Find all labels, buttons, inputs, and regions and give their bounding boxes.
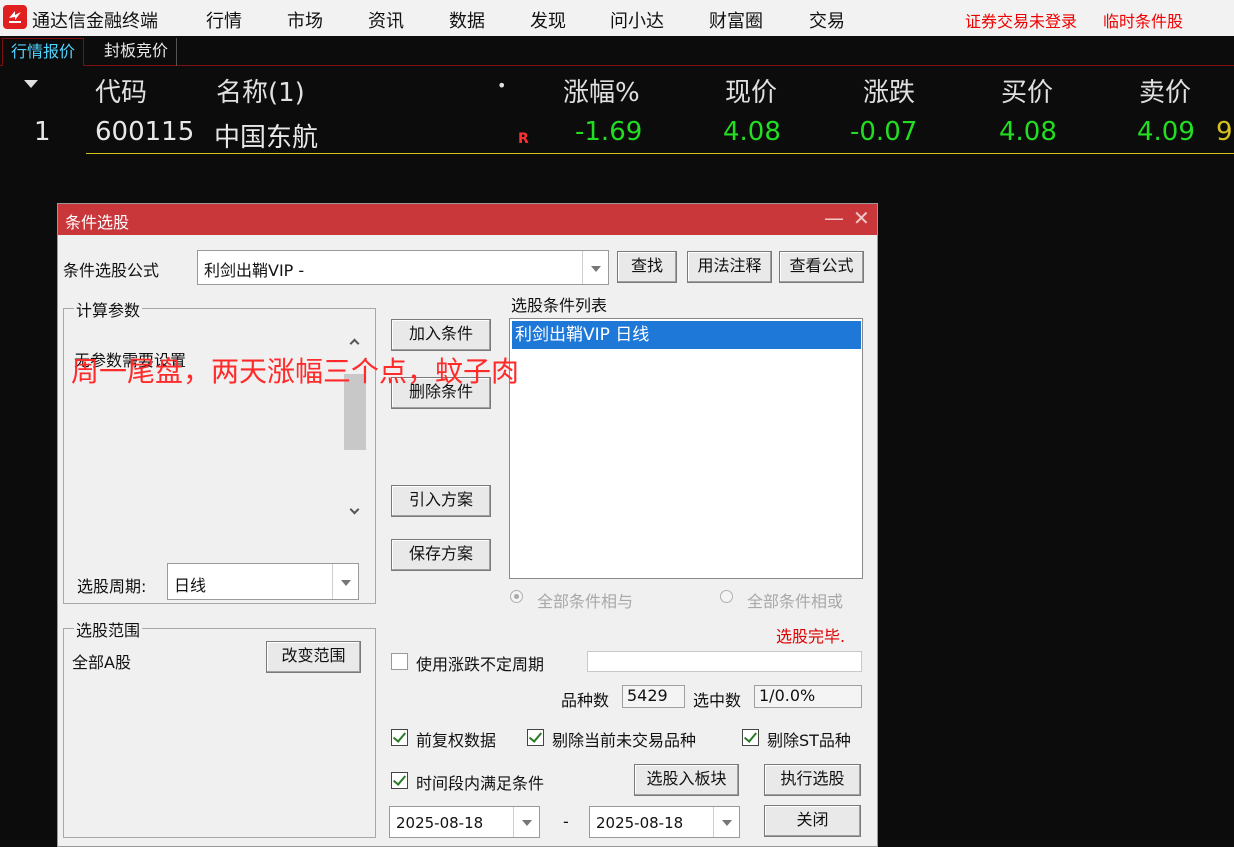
row-extra: 9 [1216,117,1233,147]
date-to-value: 2025-08-18 [596,814,684,832]
row-index: 1 [34,117,51,147]
chevron-down-icon[interactable] [332,564,358,599]
count-value: 5429 [622,685,685,708]
header-price[interactable]: 现价 [725,72,777,109]
minimize-icon[interactable]: — [824,206,844,230]
view-formula-button[interactable]: 查看公式 [779,251,864,283]
range-group: 选股范围 全部A股 改变范围 [63,617,376,838]
radio-and[interactable] [510,590,523,603]
header-code[interactable]: 代码 [95,72,147,109]
range-group-title: 选股范围 [74,617,143,641]
menu-news[interactable]: 资讯 [368,7,404,33]
row-change-pct: -1.69 [575,117,643,147]
forward-adjust-checkbox[interactable] [391,729,408,746]
tab-limit-auction[interactable]: 封板竞价 [96,38,178,66]
conditions-label: 选股条件列表 [511,296,608,315]
menu-market[interactable]: 市场 [287,7,323,33]
exclude-st-label[interactable]: 剔除ST品种 [767,727,851,751]
period-combo[interactable]: 日线 [167,563,359,600]
header-ask[interactable]: 卖价 [1139,72,1191,109]
row-code: 600115 [95,117,195,147]
chevron-down-icon[interactable] [582,251,608,284]
header-dot[interactable]: • [497,76,506,95]
import-plan-button[interactable]: 引入方案 [391,485,491,517]
sort-menu-icon[interactable] [24,80,38,88]
period-label: 选股周期: [77,577,147,596]
formula-combo[interactable]: 利剑出鞘VIP - [197,250,609,285]
selected-value: 1/0.0% [754,685,862,708]
header-name[interactable]: 名称(1) [216,72,305,109]
change-range-button[interactable]: 改变范围 [266,641,361,673]
radio-or[interactable] [720,590,733,603]
dialog-titlebar[interactable]: 条件选股 — ✕ [58,204,877,235]
exclude-st-checkbox[interactable] [742,729,759,746]
menu-wealth[interactable]: 财富圈 [709,7,763,33]
to-block-button[interactable]: 选股入板块 [634,764,739,796]
params-group-title: 计算参数 [74,297,143,321]
condition-select-dialog: 条件选股 — ✕ 条件选股公式 利剑出鞘VIP - 查找 用法注释 查看公式 计… [57,203,878,847]
formula-value: 利剑出鞘VIP - [204,261,305,280]
menu-quotes[interactable]: 行情 [206,7,242,33]
close-icon[interactable]: ✕ [853,206,870,230]
time-range-label[interactable]: 时间段内满足条件 [416,770,544,794]
menu-trade[interactable]: 交易 [809,7,845,33]
row-price: 4.08 [723,117,781,147]
time-range-checkbox[interactable] [391,772,408,789]
row-ask: 4.09 [1137,117,1195,147]
formula-label: 条件选股公式 [63,261,160,280]
header-bid[interactable]: 买价 [1001,72,1053,109]
execute-select-button[interactable]: 执行选股 [764,764,861,796]
menu-ask[interactable]: 问小达 [610,7,664,33]
chevron-down-icon[interactable] [513,807,539,837]
tab-quotes[interactable]: 行情报价 [2,38,85,66]
save-plan-button[interactable]: 保存方案 [391,539,491,571]
variable-period-field[interactable] [587,651,862,672]
selected-label: 选中数 [693,691,742,710]
status-done: 选股完毕. [776,627,846,646]
chevron-down-icon[interactable] [713,807,739,837]
row-change: -0.07 [850,117,918,147]
dialog-title: 条件选股 [65,213,130,232]
exclude-untraded-checkbox[interactable] [527,729,544,746]
row-underline [86,153,1234,154]
app-title: 通达信金融终端 [32,11,158,32]
date-to-picker[interactable]: 2025-08-18 [589,806,740,838]
trade-login-status[interactable]: 证券交易未登录 [965,8,1077,32]
app-logo-icon [3,5,27,29]
date-from-picker[interactable]: 2025-08-18 [389,806,540,838]
menu-discover[interactable]: 发现 [530,7,566,33]
radio-and-label[interactable]: 全部条件相与 [537,588,633,612]
annotation-text: 周一尾盘，两天涨幅三个点，蚊子肉 [71,355,520,388]
date-separator: - [563,812,569,831]
find-button[interactable]: 查找 [617,251,677,283]
exclude-untraded-label[interactable]: 剔除当前未交易品种 [552,727,696,751]
period-value: 日线 [174,576,207,595]
tab-row: 行情报价 封板竞价 [0,36,1234,66]
forward-adjust-label[interactable]: 前复权数据 [416,727,496,751]
list-item[interactable]: 利剑出鞘VIP 日线 [512,321,861,349]
header-change[interactable]: 涨跌 [863,72,915,109]
scroll-up-icon[interactable] [349,338,360,349]
temp-condition-stocks[interactable]: 临时条件股 [1103,8,1183,32]
usage-note-button[interactable]: 用法注释 [687,251,772,283]
date-from-value: 2025-08-18 [396,814,484,832]
add-condition-button[interactable]: 加入条件 [391,319,491,351]
range-value: 全部A股 [72,653,131,672]
header-change-pct[interactable]: 涨幅% [563,72,640,109]
close-button[interactable]: 关闭 [764,805,861,837]
conditions-list[interactable]: 利剑出鞘VIP 日线 [509,318,863,579]
row-name: 中国东航 [214,123,319,153]
count-label: 品种数 [561,691,610,710]
row-flag: R [518,131,529,147]
menu-data[interactable]: 数据 [449,7,485,33]
variable-period-label[interactable]: 使用涨跌不定周期 [416,651,544,675]
radio-or-label[interactable]: 全部条件相或 [747,588,843,612]
scroll-down-icon[interactable] [349,504,360,515]
row-bid: 4.08 [999,117,1057,147]
menu-bar: 通达信金融终端 行情 市场 资讯 数据 发现 问小达 财富圈 交易 证券交易未登… [0,0,1234,36]
variable-period-checkbox[interactable] [391,653,408,670]
